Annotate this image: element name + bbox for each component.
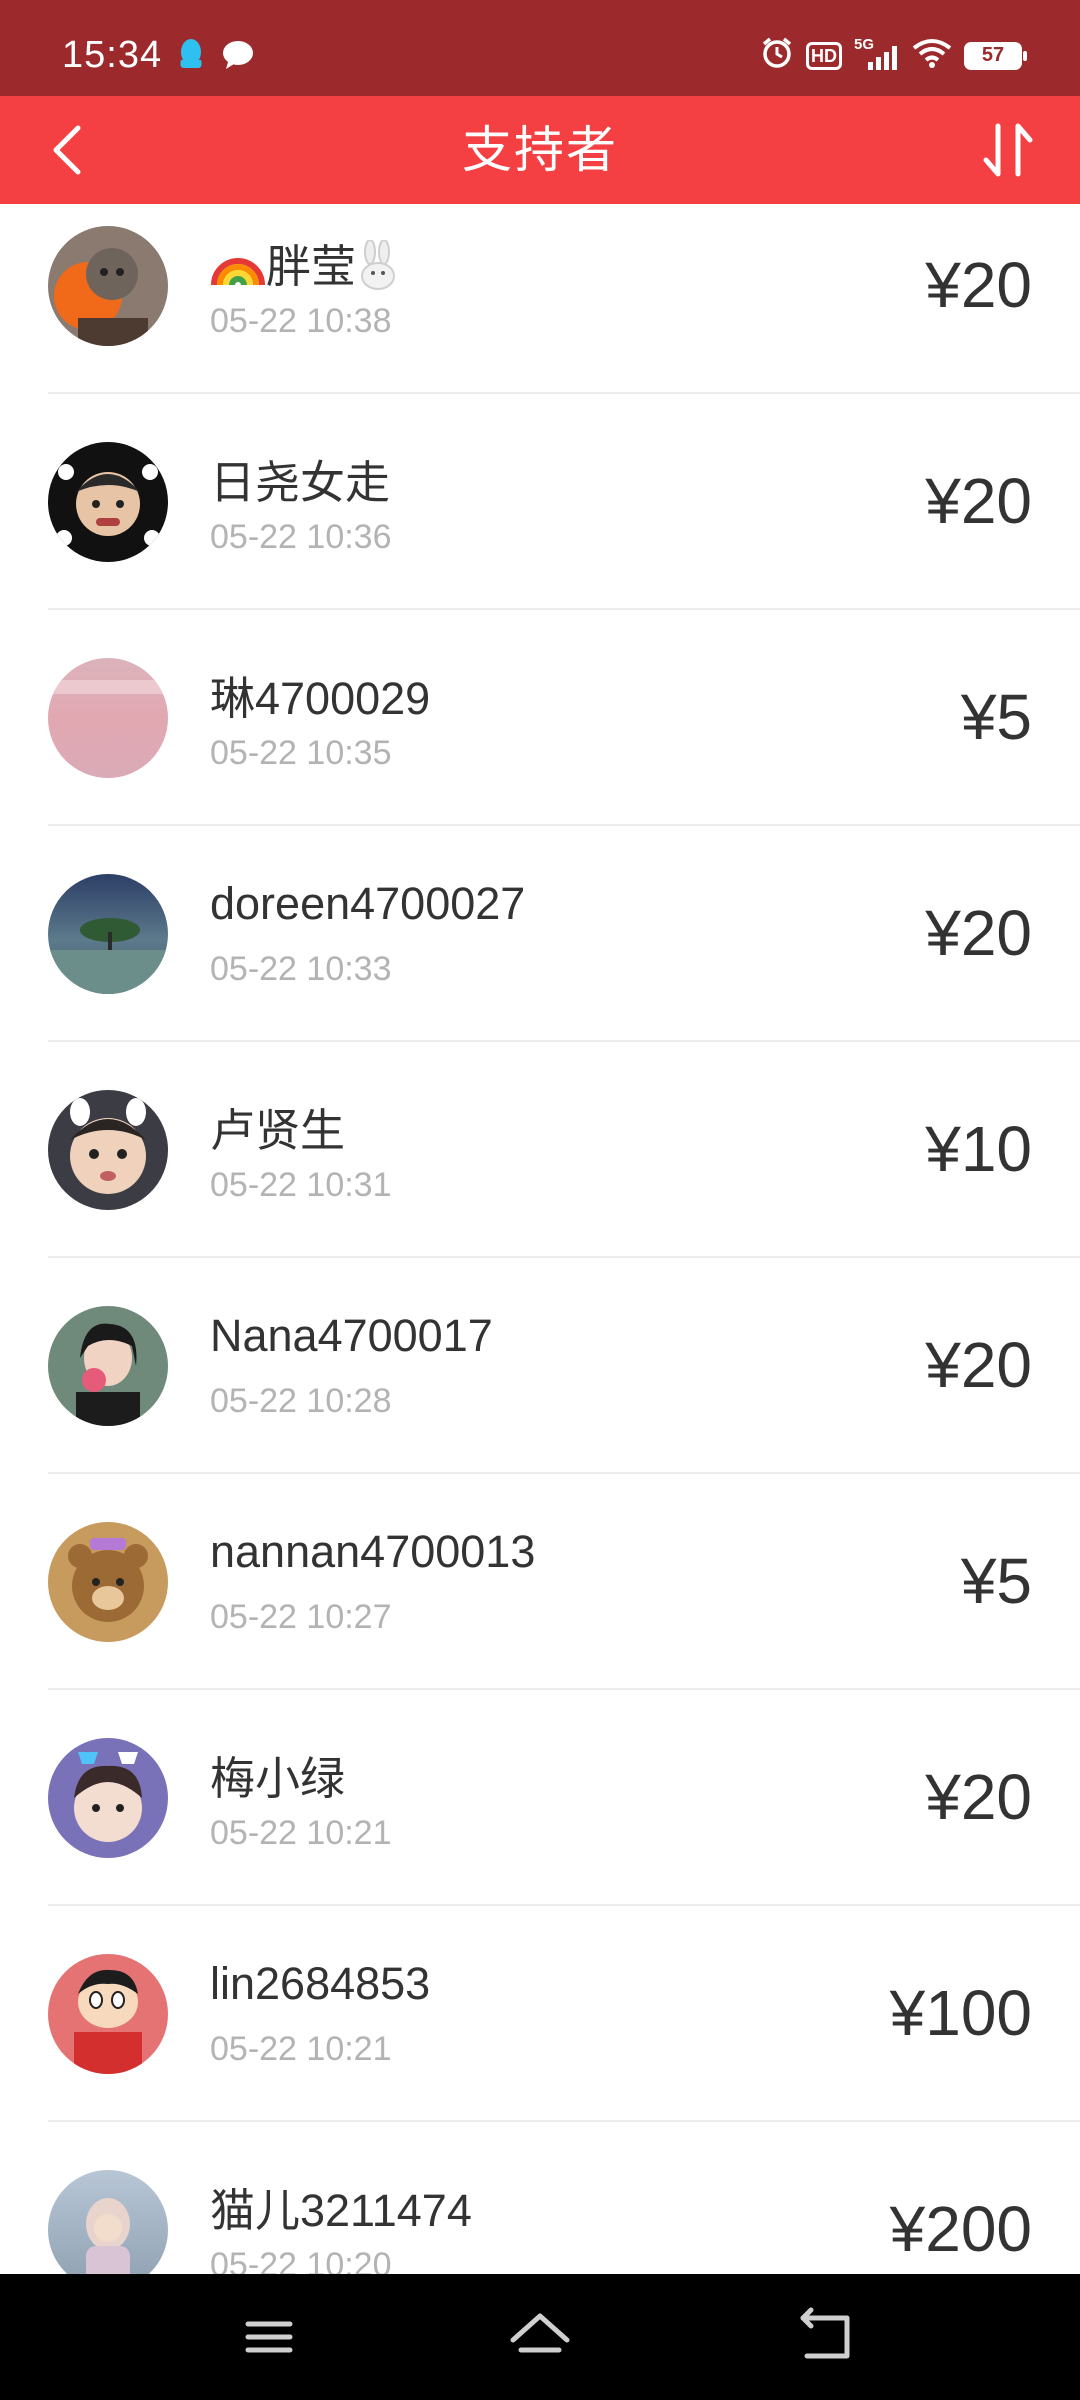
list-item[interactable]: 日尧女走 05-22 10:36 ¥20	[0, 394, 1080, 610]
supporter-name: lin2684853	[210, 1958, 431, 2009]
supporter-name: 琳4700029	[210, 673, 431, 724]
page-title: 支持者	[462, 122, 618, 178]
support-time: 05-22 10:20	[210, 2246, 392, 2274]
hd-icon: HD	[806, 41, 842, 70]
alarm-icon	[760, 36, 794, 75]
support-amount: ¥200	[889, 2193, 1032, 2265]
support-time: 05-22 10:31	[210, 1166, 392, 1204]
supporter-name: 日尧女走	[210, 457, 391, 508]
avatar	[48, 442, 168, 562]
avatar	[48, 874, 168, 994]
support-time: 05-22 10:36	[210, 518, 392, 556]
support-time: 05-22 10:21	[210, 1814, 392, 1852]
sort-icon	[983, 123, 1033, 177]
supporter-name: 猫儿3211474	[210, 2185, 472, 2236]
support-amount: ¥5	[960, 681, 1032, 753]
list-item[interactable]: lin2684853 05-22 10:21 ¥100	[0, 1906, 1080, 2122]
message-notification-icon	[222, 40, 254, 75]
list-item[interactable]: 卢贤生 05-22 10:31 ¥10	[0, 1042, 1080, 1258]
supporter-name: doreen4700027	[210, 878, 526, 929]
avatar	[48, 1090, 168, 1210]
supporter-name: 卢贤生	[210, 1105, 346, 1156]
support-amount: ¥10	[925, 1113, 1032, 1185]
list-item[interactable]: nannan4700013 05-22 10:27 ¥5	[0, 1474, 1080, 1690]
avatar	[48, 2170, 168, 2274]
list-item[interactable]: 琳4700029 05-22 10:35 ¥5	[0, 610, 1080, 826]
list-item[interactable]: 梅小绿 05-22 10:21 ¥20	[0, 1690, 1080, 1906]
back-nav-icon	[800, 2307, 850, 2359]
support-time: 05-22 10:27	[210, 1598, 392, 1636]
sort-button[interactable]	[972, 114, 1044, 186]
menu-button[interactable]	[232, 2300, 306, 2374]
supporter-list[interactable]: 胖莹 05-22 10:38 ¥20 日尧女走 05-22 10:36 ¥20 …	[0, 204, 1080, 2274]
back-nav-button[interactable]	[789, 2300, 863, 2374]
list-item[interactable]: 猫儿3211474 05-22 10:20 ¥200	[0, 2122, 1080, 2274]
support-amount: ¥20	[925, 1761, 1032, 1833]
supporter-name-text: 胖莹	[266, 241, 357, 292]
avatar	[48, 1954, 168, 2074]
menu-icon	[245, 2321, 293, 2353]
avatar	[48, 226, 168, 346]
list-item[interactable]: doreen4700027 05-22 10:33 ¥20	[0, 826, 1080, 1042]
avatar	[48, 1306, 168, 1426]
rainbow-emoji-icon	[210, 243, 266, 298]
support-amount: ¥20	[925, 249, 1032, 321]
support-amount: ¥20	[925, 1329, 1032, 1401]
supporter-name: 胖莹	[210, 230, 402, 301]
wifi-icon	[912, 38, 952, 73]
support-amount: ¥20	[925, 897, 1032, 969]
status-bar: 15:34 HD 5G 57	[0, 0, 1080, 96]
support-amount: ¥5	[960, 1545, 1032, 1617]
list-item[interactable]: Nana4700017 05-22 10:28 ¥20	[0, 1258, 1080, 1474]
support-time: 05-22 10:35	[210, 734, 392, 772]
home-icon	[510, 2313, 570, 2353]
app-header: 支持者	[0, 96, 1080, 204]
list-item[interactable]: 胖莹 05-22 10:38 ¥20	[0, 204, 1080, 394]
home-button[interactable]	[503, 2300, 577, 2374]
supporter-name: nannan4700013	[210, 1526, 536, 1577]
supporter-name: Nana4700017	[210, 1310, 493, 1361]
avatar	[48, 1738, 168, 1858]
system-nav-bar	[0, 2274, 1080, 2400]
support-time: 05-22 10:28	[210, 1382, 392, 1420]
support-time: 05-22 10:21	[210, 2030, 392, 2068]
status-time: 15:34	[62, 34, 163, 76]
avatar	[48, 658, 168, 778]
support-time: 05-22 10:33	[210, 950, 392, 988]
avatar	[48, 1522, 168, 1642]
battery-icon: 57	[964, 41, 1027, 70]
supporter-name: 梅小绿	[210, 1753, 346, 1804]
qq-notification-icon	[178, 38, 204, 77]
support-amount: ¥100	[889, 1977, 1032, 2049]
support-amount: ¥20	[925, 465, 1032, 537]
support-time: 05-22 10:38	[210, 302, 392, 340]
signal-icon: 5G	[854, 36, 900, 72]
rabbit-emoji-icon	[356, 238, 402, 301]
